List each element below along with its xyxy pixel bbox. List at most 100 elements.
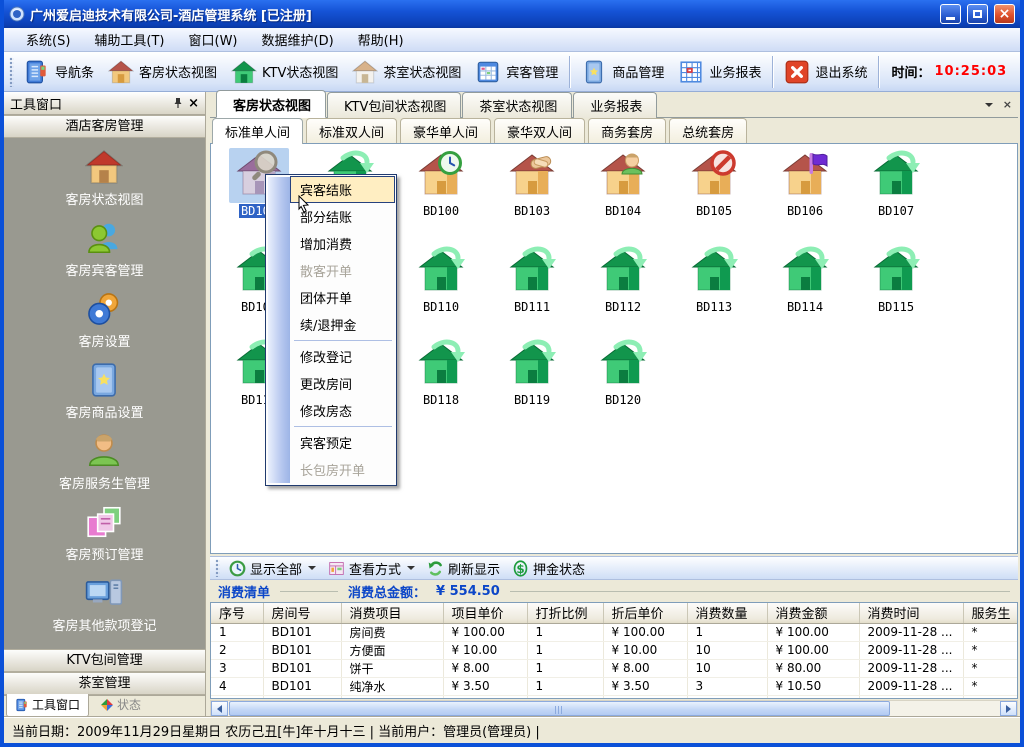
scroll-left-icon [217, 705, 222, 713]
sidebar-group-hotel-rooms[interactable]: 酒店客房管理 [4, 115, 205, 138]
maximize-button[interactable] [967, 4, 988, 24]
room-BD119[interactable]: BD119 [490, 337, 574, 407]
room-status-icon [866, 148, 926, 203]
column-header[interactable]: 折后单价 [603, 603, 687, 623]
close-button[interactable]: × [994, 4, 1015, 24]
box-icon [85, 361, 123, 399]
room-type-tab-4[interactable]: 豪华双人间 [494, 118, 585, 144]
room-status-icon [593, 244, 653, 299]
scroll-left-button[interactable] [211, 701, 228, 716]
sidebar-close-icon[interactable]: × [188, 96, 199, 111]
scrollbar-thumb[interactable] [229, 701, 890, 716]
room-label: BD120 [581, 393, 665, 407]
column-header[interactable]: 序号 [211, 603, 263, 623]
consumption-table: 序号房间号消费项目项目单价打折比例折后单价消费数量消费金额消费时间服务生1BD1… [211, 603, 1018, 699]
room-BD115[interactable]: BD115 [854, 244, 938, 314]
room-BD113[interactable]: BD113 [672, 244, 756, 314]
room-type-tab-3[interactable]: 豪华单人间 [400, 118, 491, 144]
context-menu-item-5[interactable]: 团体开单 [290, 284, 394, 311]
context-menu-item-6[interactable]: 续/退押金 [290, 311, 394, 338]
tab-list-dropdown-icon[interactable] [985, 103, 993, 107]
sidebar-item-5[interactable]: 客房服务生管理 [59, 432, 150, 492]
doc-tab-2[interactable]: KTV包间状态视图 [327, 92, 461, 118]
room-label: BD119 [490, 393, 574, 407]
table-row[interactable]: 2BD101方便面¥ 10.001¥ 10.0010¥ 100.002009-1… [211, 641, 1018, 659]
scrollbar-track[interactable] [890, 701, 1000, 716]
column-header[interactable]: 消费时间 [859, 603, 963, 623]
column-header[interactable]: 消费项目 [341, 603, 443, 623]
lower-toolbar-button-4[interactable]: $押金状态 [506, 557, 591, 580]
toolbar-button-2[interactable]: 客房状态视图 [101, 56, 224, 88]
toolbar-button-1[interactable]: 导航条 [17, 56, 101, 88]
toolbar-button-8[interactable]: 退出系统 [777, 56, 874, 88]
context-menu-item-3[interactable]: 增加消费 [290, 230, 394, 257]
toolbar-button-5[interactable]: 宾客管理 [468, 56, 565, 88]
room-BD110[interactable]: BD110 [399, 244, 483, 314]
lower-toolbar-button-3[interactable]: 刷新显示 [421, 557, 506, 580]
sidebar-item-3[interactable]: 客房设置 [78, 290, 130, 350]
room-label: BD107 [854, 204, 938, 218]
menu-item-1[interactable]: 系统(S) [14, 27, 82, 52]
sidebar-group-3[interactable]: 茶室管理 [4, 672, 205, 695]
menu-item-4[interactable]: 数据维护(D) [250, 27, 346, 52]
lower-toolbar-button-1[interactable]: 显示全部 [223, 557, 322, 580]
sidebar-group-2[interactable]: KTV包间管理 [4, 649, 205, 672]
minimize-button[interactable] [940, 4, 961, 24]
sidebar-tab-2[interactable]: 状态 [91, 694, 150, 717]
column-header[interactable]: 房间号 [263, 603, 341, 623]
context-menu-item-7[interactable]: 修改登记 [290, 343, 394, 370]
room-BD103[interactable]: BD103 [490, 148, 574, 218]
sidebar-tab-1[interactable]: 工具窗口 [6, 694, 89, 717]
room-BD120[interactable]: BD120 [581, 337, 665, 407]
table-row[interactable]: 1BD101房间费¥ 100.001¥ 100.001¥ 100.002009-… [211, 623, 1018, 641]
tab-bar-controls: × [983, 98, 1012, 111]
tab-close-icon[interactable]: × [1003, 98, 1012, 111]
context-menu-item-9[interactable]: 修改房态 [290, 397, 394, 424]
room-BD112[interactable]: BD112 [581, 244, 665, 314]
column-header[interactable]: 项目单价 [443, 603, 527, 623]
toolbar-button-4[interactable]: 茶室状态视图 [345, 56, 468, 88]
horizontal-scrollbar [210, 700, 1018, 717]
room-type-tab-5[interactable]: 商务套房 [588, 118, 666, 144]
scroll-right-button[interactable] [1000, 701, 1017, 716]
room-type-tab-1[interactable]: 标准单人间 [212, 118, 303, 144]
toolbar-button-label: 客房状态视图 [139, 62, 217, 81]
room-BD118[interactable]: BD118 [399, 337, 483, 407]
column-header[interactable]: 消费数量 [687, 603, 767, 623]
doc-tab-4[interactable]: 业务报表 [573, 92, 657, 118]
menu-item-3[interactable]: 窗口(W) [177, 27, 250, 52]
table-row[interactable]: 5BD101红葡萄酒¥ 88.001¥ 88.003¥ 264.002009-1… [211, 695, 1018, 699]
room-type-tab-2[interactable]: 标准双人间 [306, 118, 397, 144]
table-row[interactable]: 3BD101饼干¥ 8.001¥ 8.0010¥ 80.002009-11-28… [211, 659, 1018, 677]
room-BD106[interactable]: BD106 [763, 148, 847, 218]
lower-toolbar-button-2[interactable]: 查看方式 [322, 557, 421, 580]
sidebar-item-6[interactable]: 客房预订管理 [65, 503, 143, 563]
room-BD100[interactable]: BD100 [399, 148, 483, 218]
room-BD114[interactable]: BD114 [763, 244, 847, 314]
sidebar-item-7[interactable]: 客房其他款项登记 [52, 574, 156, 634]
context-menu-item-8[interactable]: 更改房间 [290, 370, 394, 397]
room-BD105[interactable]: BD105 [672, 148, 756, 218]
toolbar-button-7[interactable]: 业务报表 [671, 56, 768, 88]
room-BD104[interactable]: BD104 [581, 148, 665, 218]
menu-item-2[interactable]: 辅助工具(T) [82, 27, 176, 52]
room-BD111[interactable]: BD111 [490, 244, 574, 314]
sidebar-item-1[interactable]: 客房状态视图 [65, 148, 143, 208]
sidebar-item-2[interactable]: 客房宾客管理 [65, 219, 143, 279]
table-row[interactable]: 4BD101纯净水¥ 3.501¥ 3.503¥ 10.502009-11-28… [211, 677, 1018, 695]
room-type-tab-6[interactable]: 总统套房 [669, 118, 747, 144]
room-BD107[interactable]: BD107 [854, 148, 938, 218]
pin-icon[interactable] [172, 97, 184, 109]
column-header[interactable]: 消费金额 [767, 603, 859, 623]
sidebar-item-4[interactable]: 客房商品设置 [65, 361, 143, 421]
toolbar-button-6[interactable]: 商品管理 [574, 56, 671, 88]
doc-tab-3[interactable]: 茶室状态视图 [462, 92, 572, 118]
column-header[interactable]: 服务生 [963, 603, 1018, 623]
context-menu-item-10[interactable]: 宾客预定 [290, 429, 394, 456]
column-header[interactable]: 打折比例 [527, 603, 603, 623]
sidebar-bottom-tabs: 工具窗口状态 [4, 695, 205, 717]
menu-item-5[interactable]: 帮助(H) [346, 27, 416, 52]
doc-tab-1[interactable]: 客房状态视图 [216, 90, 326, 118]
context-menu-item-1[interactable]: 宾客结账 [290, 176, 395, 203]
toolbar-button-3[interactable]: KTV状态视图 [224, 56, 345, 88]
